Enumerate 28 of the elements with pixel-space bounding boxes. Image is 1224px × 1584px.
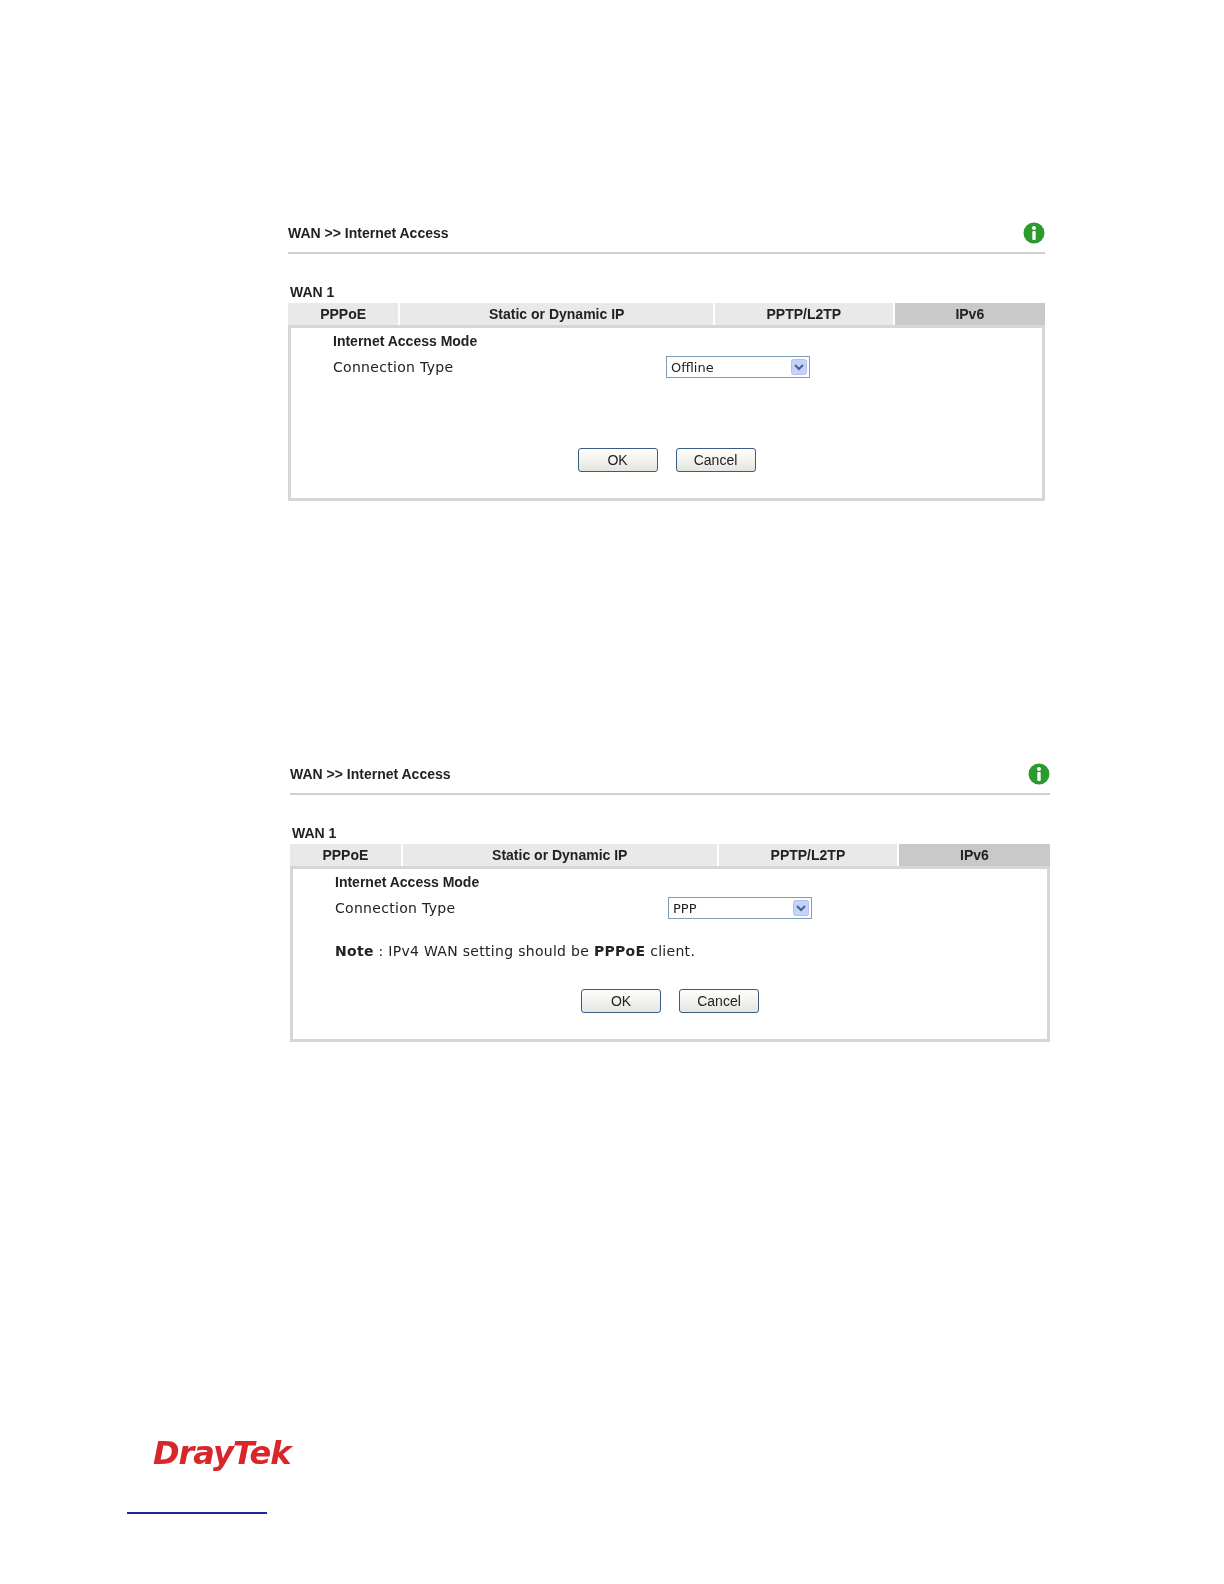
tab[interactable]: IPv6 (899, 844, 1050, 866)
section-heading: Internet Access Mode (333, 333, 478, 349)
tab[interactable]: PPTP/L2TP (718, 844, 897, 866)
caret-icon (793, 900, 809, 916)
breadcrumb: WAN >> Internet Access (288, 225, 449, 241)
section-heading: Internet Access Mode (335, 874, 480, 890)
section-title: WAN 1 (290, 284, 335, 300)
caret-icon (791, 359, 807, 375)
ok-button[interactable]: OK (581, 989, 661, 1013)
info-icon[interactable] (1028, 763, 1050, 785)
info-icon[interactable] (1023, 222, 1045, 244)
cancel-button[interactable]: Cancel (679, 989, 759, 1013)
note-text: Note : IPv4 WAN setting should be PPPoE client. (335, 943, 696, 961)
brand-logo: DrayTek (153, 1434, 291, 1472)
connection-type-select[interactable]: Offline (666, 356, 810, 378)
connection-type-select[interactable]: PPP (668, 897, 812, 919)
cancel-button[interactable]: Cancel (675, 448, 756, 472)
tab[interactable]: PPPoE (290, 844, 401, 866)
section-title: WAN 1 (292, 825, 337, 841)
tab[interactable]: IPv6 (894, 303, 1045, 325)
field-label: Connection Type (335, 900, 457, 916)
breadcrumb: WAN >> Internet Access (290, 766, 451, 782)
ok-button[interactable]: OK (577, 448, 658, 472)
field-label: Connection Type (333, 359, 455, 375)
tab[interactable]: Static or Dynamic IP (400, 303, 714, 325)
tab[interactable]: Static or Dynamic IP (402, 844, 717, 866)
tab[interactable]: PPPoE (288, 303, 399, 325)
tab[interactable]: PPTP/L2TP (715, 303, 893, 325)
